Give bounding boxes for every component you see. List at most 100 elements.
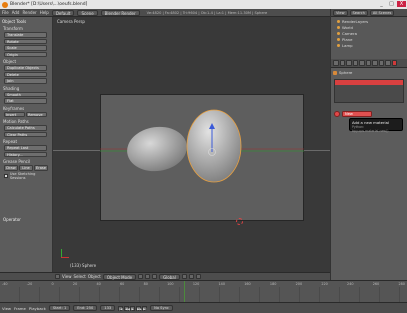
- end-frame-field[interactable]: End: 250: [73, 305, 98, 311]
- close-button[interactable]: X: [397, 1, 406, 7]
- section-object: Object: [3, 59, 17, 64]
- scene-select[interactable]: Scene: [77, 9, 98, 16]
- start-frame-field[interactable]: Start: 1: [48, 305, 71, 311]
- insert-keyframe-button[interactable]: Insert: [4, 111, 25, 117]
- outliner-item-label: Camera: [342, 30, 357, 36]
- tool-shelf-footer: [0, 272, 53, 280]
- origin-button[interactable]: Origin: [4, 51, 47, 57]
- material-slot-list[interactable]: [334, 79, 404, 103]
- history-button[interactable]: History...: [4, 151, 47, 157]
- timeline-track[interactable]: [0, 287, 407, 302]
- tl-menu-playback[interactable]: Playback: [29, 306, 46, 311]
- manipulator-icon[interactable]: [152, 274, 158, 279]
- data-tab-icon[interactable]: [372, 60, 378, 66]
- shading-icon[interactable]: [138, 274, 144, 279]
- line-button[interactable]: Line: [19, 165, 33, 171]
- flat-button[interactable]: Flat: [4, 98, 47, 104]
- outliner-display-mode[interactable]: All Scenes: [369, 9, 395, 16]
- sketching-sessions-checkbox[interactable]: Use Sketching Sessions: [4, 172, 50, 180]
- object-tab-icon[interactable]: [352, 60, 358, 66]
- draw-button[interactable]: Draw: [4, 165, 18, 171]
- playhead[interactable]: [184, 281, 185, 303]
- tick-label: 140: [218, 282, 225, 286]
- erase-button[interactable]: Erase: [34, 165, 48, 171]
- particles-tab-icon[interactable]: [385, 60, 391, 66]
- scale-button[interactable]: Scale: [4, 45, 47, 51]
- snap-icon[interactable]: [188, 274, 194, 279]
- play-icon[interactable]: ▶: [130, 305, 136, 311]
- outliner-item-label: World: [342, 24, 353, 30]
- tick-label: -20: [26, 282, 33, 286]
- properties-context: Sphere: [331, 68, 407, 77]
- editor-type-icon[interactable]: [55, 274, 60, 279]
- tool-shelf-title: Object Tools: [2, 19, 27, 24]
- menu-view[interactable]: View: [62, 274, 72, 279]
- join-button[interactable]: Join: [4, 78, 47, 84]
- menu-select[interactable]: Select: [74, 274, 86, 279]
- current-frame-field[interactable]: 133: [100, 305, 116, 311]
- screen-layout-select[interactable]: Default: [51, 9, 75, 16]
- material-tab-icon[interactable]: [391, 60, 397, 66]
- calculate-paths-button[interactable]: Calculate Paths: [4, 125, 47, 131]
- scene-tab-icon[interactable]: [339, 60, 345, 66]
- checkbox-box[interactable]: [4, 173, 8, 178]
- jump-start-icon[interactable]: |◀: [118, 305, 124, 311]
- repeat-last-button[interactable]: Repeat Last: [4, 145, 47, 151]
- blender-logo-icon: [2, 1, 8, 8]
- render-icon[interactable]: [195, 274, 201, 279]
- tick-label: 180: [269, 282, 277, 286]
- tick-label: 40: [96, 282, 101, 286]
- world-tab-icon[interactable]: [346, 60, 352, 66]
- orientation-select[interactable]: Global: [159, 273, 180, 280]
- clear-paths-button[interactable]: Clear Paths: [4, 131, 47, 137]
- menu-render[interactable]: Render: [22, 10, 36, 15]
- tick-label: -40: [2, 282, 8, 286]
- layers-icon[interactable]: [181, 274, 187, 279]
- menu-help[interactable]: Help: [40, 10, 49, 15]
- new-material-button[interactable]: New: [342, 111, 372, 117]
- texture-tab-icon[interactable]: [378, 60, 384, 66]
- menu-add[interactable]: Add: [12, 10, 20, 15]
- section-repeat: Repeat: [3, 139, 18, 144]
- prev-key-icon[interactable]: ◀◀: [124, 305, 130, 311]
- next-key-icon[interactable]: ▶▶: [136, 305, 142, 311]
- scene-objects: [100, 109, 304, 183]
- keyframes-row: Insert Remove: [4, 111, 50, 117]
- translate-button[interactable]: Translate: [4, 32, 47, 38]
- modifiers-tab-icon[interactable]: [365, 60, 371, 66]
- duplicate-objects-button[interactable]: Duplicate Objects: [4, 65, 47, 71]
- rotate-button[interactable]: Rotate: [4, 38, 47, 44]
- render-tab-icon[interactable]: [333, 60, 339, 66]
- menu-object[interactable]: Object: [88, 274, 101, 279]
- smooth-button[interactable]: Smooth: [4, 91, 47, 97]
- render-engine-select[interactable]: Blender Render: [100, 9, 140, 16]
- tool-shelf: Object Tools Transform Translate Rotate …: [0, 17, 53, 272]
- tl-menu-frame[interactable]: Frame: [14, 306, 26, 311]
- mode-select[interactable]: Object Mode: [102, 273, 137, 280]
- delete-button[interactable]: Delete: [4, 71, 47, 77]
- 3d-viewport[interactable]: Camera Persp (133) Sphere: [53, 17, 330, 272]
- axis-x-indicator: [61, 257, 69, 258]
- timeline-header: View Frame Playback Start: 1 End: 250 13…: [0, 302, 407, 313]
- outliner-item-label: RenderLayers: [342, 18, 369, 24]
- sync-select[interactable]: No Sync: [150, 305, 173, 311]
- item-icon: [337, 19, 340, 23]
- jump-end-icon[interactable]: ▶|: [142, 305, 148, 311]
- tick-label: 20: [72, 282, 78, 286]
- remove-keyframe-button[interactable]: Remove: [26, 111, 47, 117]
- outliner-item[interactable]: Lamp: [337, 42, 407, 48]
- tick-label: 100: [167, 282, 174, 286]
- tick-label: 0: [51, 282, 54, 286]
- pivot-icon[interactable]: [145, 274, 151, 279]
- tl-menu-view[interactable]: View: [2, 306, 11, 311]
- constraints-tab-icon[interactable]: [359, 60, 365, 66]
- minimize-button[interactable]: _: [377, 1, 386, 7]
- menu-file[interactable]: File: [2, 10, 9, 15]
- item-icon: [337, 31, 340, 35]
- material-slot[interactable]: [335, 80, 403, 85]
- outliner-menu-view[interactable]: View: [333, 9, 348, 16]
- timeline[interactable]: -40 -20 0 20 40 60 80 100 120 140 160 18…: [0, 280, 407, 303]
- outliner-menu-search[interactable]: Search: [349, 9, 368, 16]
- maximize-button[interactable]: □: [387, 1, 396, 7]
- context-object-name: Sphere: [339, 70, 353, 75]
